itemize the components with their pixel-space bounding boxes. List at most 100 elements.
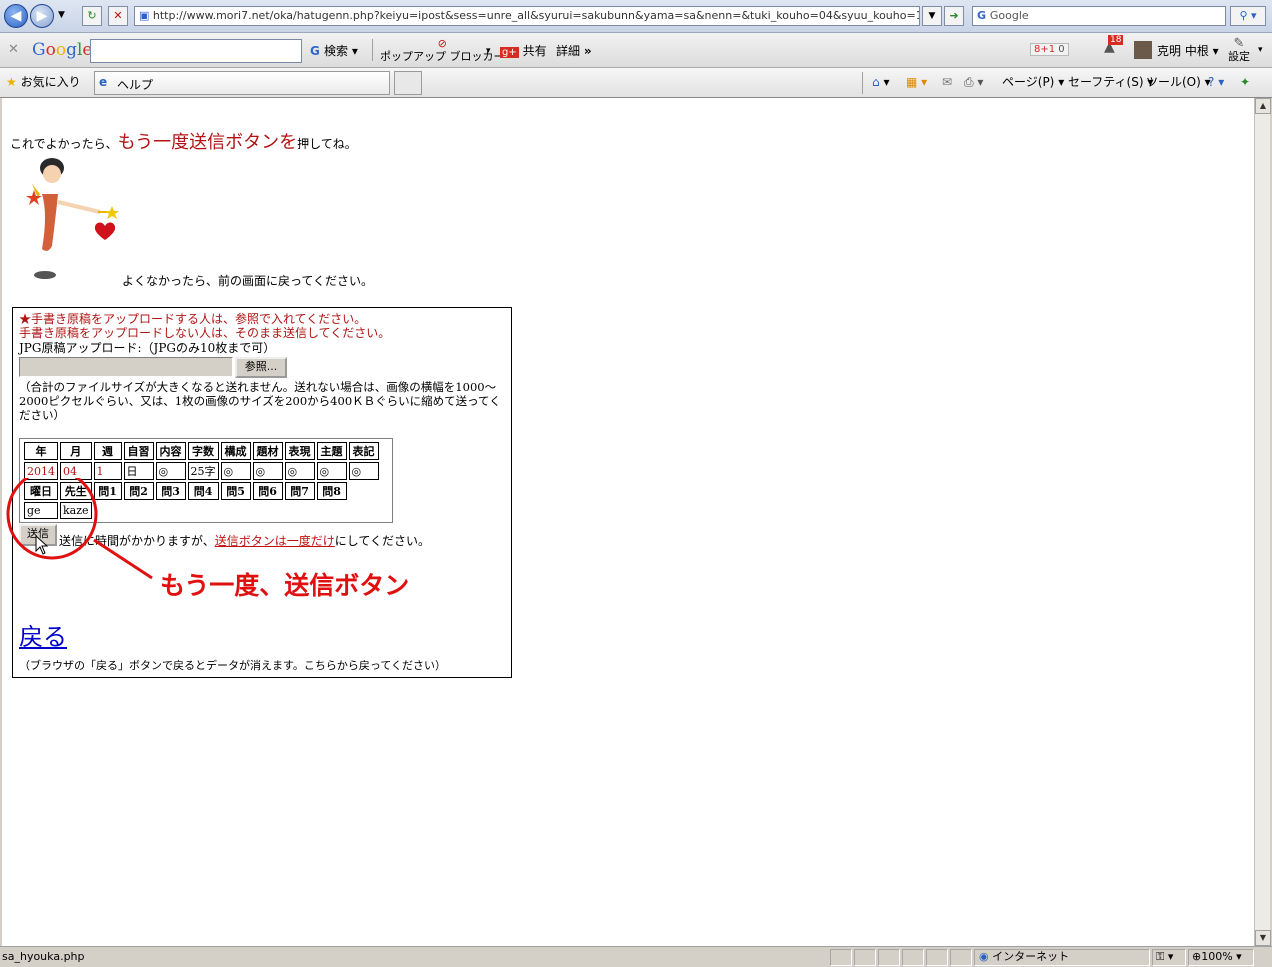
forward-icon[interactable]: ▶	[30, 4, 54, 28]
page-menu-label: ページ(P)	[1002, 75, 1055, 89]
header-year: 年	[24, 442, 58, 460]
settings-button[interactable]: ✎ 設定	[1228, 37, 1250, 63]
scroll-down-icon[interactable]: ▼	[1255, 930, 1271, 946]
header-char-count: 字数	[187, 442, 219, 460]
header-content: 内容	[155, 442, 186, 460]
notification-button[interactable]: ▲ 18	[1104, 35, 1124, 55]
mail-icon[interactable]: ✉	[942, 72, 952, 92]
cell-char-count[interactable]: 25字	[187, 462, 219, 480]
tools-menu[interactable]: ツール(O) ▾	[1146, 72, 1211, 92]
gplus-count: 0	[1058, 44, 1065, 55]
zoom-text: 100%	[1201, 950, 1233, 963]
globe-icon: ◉	[979, 950, 989, 963]
url-field[interactable]: ▣ http://www.mori7.net/oka/hatugenn.php?…	[134, 6, 920, 26]
cell-structure[interactable]: ◎	[220, 462, 251, 480]
back-note: （ブラウザの「戻る」ボタンで戻るとデータが消えます。こちらから戻ってください）	[19, 659, 447, 672]
toolbar-separator	[372, 39, 373, 61]
header-self-study: 自習	[123, 442, 154, 460]
search-field[interactable]: G Google	[972, 6, 1226, 26]
zoom-icon: ⊕	[1192, 950, 1202, 963]
size-note: （合計のファイルサイズが大きくなると送れません。送れない場合は、画像の横幅を10…	[19, 380, 501, 422]
page-menu[interactable]: ページ(P) ▾	[1002, 72, 1064, 92]
research-icon[interactable]: ✦	[1240, 72, 1250, 92]
status-text: sa_hyouka.php	[2, 950, 85, 963]
page-icon: ▣	[139, 9, 153, 22]
cell-notation[interactable]: ◎	[348, 462, 379, 480]
header-q4: 問4	[187, 482, 219, 500]
protected-mode-icon[interactable]: ⚿ ▾	[1152, 949, 1186, 966]
close-toolbar-icon[interactable]: ✕	[8, 42, 19, 57]
feeds-icon[interactable]: ▦ ▾	[906, 72, 927, 92]
header-week: 週	[93, 442, 122, 460]
settings-dropdown-icon[interactable]: ▾	[1258, 45, 1263, 55]
url-dropdown-icon[interactable]: ▼	[922, 6, 942, 26]
details-button[interactable]: 詳細 »	[556, 41, 592, 61]
tools-menu-label: ツール(O)	[1146, 75, 1201, 89]
gplus-one-button[interactable]: 8+1 0	[1030, 43, 1069, 56]
safety-menu-label: セーフティ(S)	[1068, 75, 1144, 89]
intro-line: これでよかったら、もう一度送信ボタンを押してね。	[10, 128, 357, 154]
file-path-input[interactable]	[19, 357, 233, 377]
star-icon: ★	[6, 75, 17, 89]
google-search-label: 検索	[324, 44, 349, 58]
status-cell	[830, 949, 852, 966]
annotation-circle	[6, 478, 153, 580]
submit-note-suffix: にしてください。	[334, 534, 431, 548]
status-cell	[926, 949, 948, 966]
share-button[interactable]: g+ 共有	[500, 41, 547, 63]
header-q8: 問8	[316, 482, 347, 500]
fairy-illustration	[26, 158, 119, 279]
stop-icon[interactable]: ✕	[108, 6, 128, 26]
ie-page-icon: e	[99, 75, 108, 89]
share-label: 共有	[522, 44, 547, 58]
cell-subject[interactable]: ◎	[252, 462, 283, 480]
favorites-button[interactable]: ★ お気に入り	[6, 72, 81, 92]
cell-expression[interactable]: ◎	[284, 462, 315, 480]
browse-button[interactable]: 参照...	[235, 357, 287, 378]
google-logo: Google	[32, 40, 93, 60]
header-structure: 構成	[220, 442, 251, 460]
header-month: 月	[60, 442, 92, 460]
zoom-control[interactable]: ⊕100% ▾	[1188, 949, 1254, 966]
help-menu[interactable]: ? ▾	[1208, 72, 1224, 92]
back-link[interactable]: 戻る	[19, 623, 67, 651]
intro-emphasis: もう一度送信ボタンを	[117, 132, 298, 153]
back-icon[interactable]: ◀	[4, 4, 28, 28]
tab-help[interactable]: e ヘルプ	[94, 71, 390, 95]
google-g-icon: G	[977, 9, 990, 22]
popup-dropdown-icon[interactable]: ▾	[486, 41, 491, 61]
status-cell	[878, 949, 900, 966]
gplus-label: 8+1	[1034, 44, 1056, 55]
avatar[interactable]	[1134, 41, 1152, 59]
status-bar: sa_hyouka.php ◉ インターネット ⚿ ▾ ⊕100% ▾	[0, 946, 1272, 967]
zone-cell: ◉ インターネット	[974, 949, 1150, 966]
annotation-label: もう一度、送信ボタン	[160, 571, 410, 600]
google-search-button[interactable]: G 検索 ▾	[310, 41, 358, 61]
print-icon: ⎙	[964, 75, 974, 89]
home-button[interactable]: ⌂ ▾	[872, 72, 889, 92]
new-tab-button[interactable]	[394, 71, 422, 95]
google-toolbar: ✕ Google G 検索 ▾ ⊘ ポップアップ ブロッカー ▾ g+ 共有 詳…	[0, 33, 1272, 68]
print-button[interactable]: ⎙ ▾	[964, 72, 983, 92]
scroll-up-icon[interactable]: ▲	[1255, 98, 1271, 114]
back-instruction: よくなかったら、前の画面に戻ってください。	[122, 274, 374, 288]
cell-theme[interactable]: ◎	[316, 462, 347, 480]
toolbar-search-input[interactable]	[90, 39, 302, 63]
submit-once-link[interactable]: 送信ボタンは一度だけ	[215, 534, 335, 548]
settings-label: 設定	[1228, 50, 1250, 63]
table-header-row: 年 月 週 自習 内容 字数 構成 題材 表現 主題 表記	[24, 442, 379, 460]
safety-menu[interactable]: セーフティ(S) ▾	[1068, 72, 1153, 92]
search-icon[interactable]: ⚲ ▾	[1230, 6, 1266, 26]
details-label: 詳細	[556, 44, 581, 58]
user-menu[interactable]: 克明 中根 ▾	[1157, 41, 1219, 61]
go-icon[interactable]: ➜	[944, 6, 964, 26]
history-dropdown-icon[interactable]: ▼	[58, 10, 65, 20]
gplus-share-icon: g+	[500, 47, 519, 58]
status-cell	[854, 949, 876, 966]
vertical-scrollbar[interactable]: ▲ ▼	[1254, 98, 1271, 946]
refresh-icon[interactable]: ↻	[82, 6, 102, 26]
favorites-label: お気に入り	[20, 75, 81, 89]
command-separator	[862, 72, 863, 94]
tab-title: ヘルプ	[117, 78, 154, 92]
intro-suffix: 押してね。	[297, 137, 357, 151]
